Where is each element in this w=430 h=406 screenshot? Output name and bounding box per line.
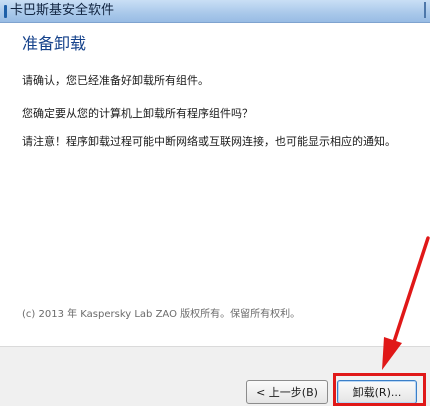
content-panel bbox=[0, 23, 430, 335]
copyright-text: (c) 2013 年 Kaspersky Lab ZAO 版权所有。保留所有权利… bbox=[22, 309, 301, 320]
title-bar-edge bbox=[424, 2, 426, 18]
window-title: 卡巴斯基安全软件 bbox=[10, 3, 115, 18]
page-title: 准备卸载 bbox=[22, 34, 87, 53]
back-button[interactable]: < 上一步(B) bbox=[246, 380, 328, 404]
question-text: 您确定要从您的计算机上卸载所有程序组件吗？ bbox=[22, 107, 253, 120]
button-bar: < 上一步(B) 卸载(R)... bbox=[0, 346, 430, 406]
installer-window: 卡巴斯基安全软件 准备卸载 请确认，您已经准备好卸载所有组件。 您确定要从您的计… bbox=[0, 0, 430, 406]
uninstall-button[interactable]: 卸载(R)... bbox=[337, 380, 417, 404]
confirm-text: 请确认，您已经准备好卸载所有组件。 bbox=[22, 74, 209, 87]
app-icon bbox=[4, 5, 7, 18]
title-bar[interactable]: 卡巴斯基安全软件 bbox=[0, 0, 430, 23]
warning-text: 请注意！程序卸载过程可能中断网络或互联网连接，也可能显示相应的通知。 bbox=[22, 135, 396, 148]
